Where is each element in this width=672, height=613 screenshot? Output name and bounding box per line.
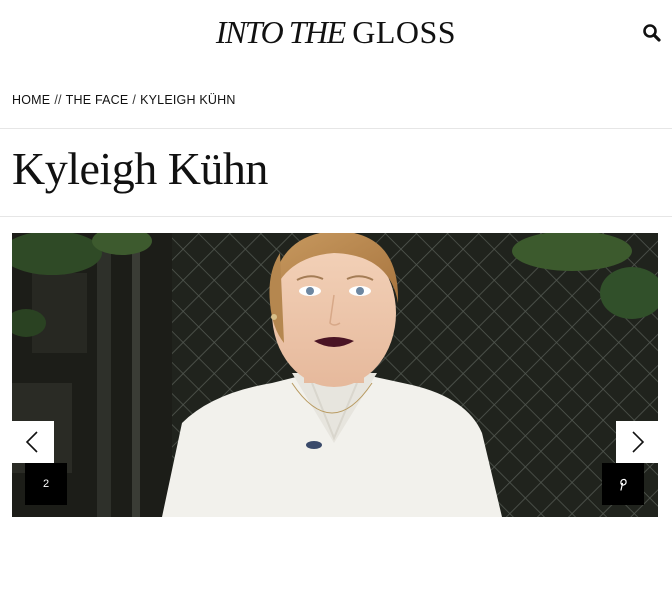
portrait-photo — [12, 233, 658, 517]
site-header: INTO THE GLOSS — [0, 0, 672, 64]
logo-regular-text: GLOSS — [352, 14, 457, 50]
photo-slideshow: 2 — [12, 233, 658, 517]
search-icon — [643, 24, 661, 42]
breadcrumb-the-face-link[interactable]: THE FACE — [66, 93, 129, 107]
slideshow-next-button[interactable] — [616, 421, 658, 463]
breadcrumb-home-link[interactable]: HOME — [12, 93, 50, 107]
breadcrumb: HOME // THE FACE / KYLEIGH KÜHN — [12, 93, 236, 107]
divider — [0, 216, 672, 217]
divider — [0, 128, 672, 129]
chevron-left-icon — [25, 431, 38, 453]
chevron-right-icon — [632, 431, 645, 453]
logo-italic-text: INTO THE — [215, 14, 346, 50]
page-title: Kyleigh Kühn — [12, 143, 268, 194]
slide-counter: 2 — [25, 463, 67, 505]
breadcrumb-separator: / — [132, 93, 137, 107]
search-button[interactable] — [641, 22, 663, 44]
slideshow-prev-button[interactable] — [12, 421, 54, 463]
breadcrumb-separator: // — [54, 93, 62, 107]
site-logo[interactable]: INTO THE GLOSS — [0, 14, 672, 51]
pinterest-share-button[interactable] — [602, 463, 644, 505]
breadcrumb-current: KYLEIGH KÜHN — [140, 93, 236, 107]
pinterest-icon — [620, 478, 627, 491]
